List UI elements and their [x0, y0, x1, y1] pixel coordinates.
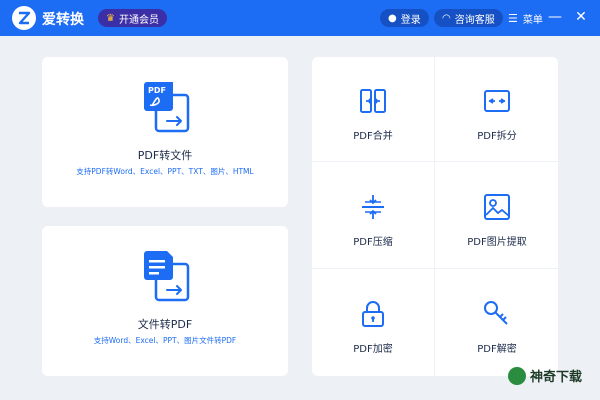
compress-icon [362, 195, 384, 219]
tool-pdf-compress[interactable]: PDF压缩 [312, 163, 434, 267]
file-to-pdf-title: 文件转PDF [137, 318, 193, 331]
pdf-to-file-icon: PDF [144, 82, 190, 133]
tool-label: PDF解密 [477, 344, 517, 355]
menu-icon: ☰ [508, 11, 518, 25]
title-bar: 爱转换 ♛ 开通会员 ● 登录 ◠ 咨询客服 ☰ 菜单 — ✕ [0, 0, 600, 36]
tool-label: PDF加密 [353, 344, 393, 355]
file-to-pdf-icon [144, 251, 190, 302]
app-title: 爱转换 [42, 12, 84, 28]
file-to-pdf-subtitle: 支持Word、Excel、PPT、图片文件转PDF [93, 336, 237, 345]
crown-icon: ♛ [106, 12, 115, 24]
grid-divider [434, 57, 435, 376]
svg-text:PDF: PDF [148, 86, 166, 95]
watermark: 神奇下载 [508, 366, 582, 385]
key-icon [484, 301, 508, 325]
tool-label: PDF图片提取 [467, 237, 527, 248]
vip-button[interactable]: ♛ 开通会员 [98, 9, 167, 27]
lock-icon [362, 301, 384, 327]
file-to-pdf-card[interactable]: 文件转PDF 支持Word、Excel、PPT、图片文件转PDF [42, 226, 288, 376]
tool-pdf-merge[interactable]: PDF合并 [312, 57, 434, 161]
grid-divider [312, 161, 558, 162]
service-label: 咨询客服 [454, 14, 495, 26]
image-extract-icon [484, 194, 510, 220]
tool-label: PDF合并 [353, 131, 393, 142]
watermark-logo-icon [508, 366, 526, 385]
vip-label: 开通会员 [118, 14, 159, 26]
minimize-button[interactable]: — [546, 7, 564, 27]
login-label: 登录 [400, 14, 421, 26]
tool-label: PDF拆分 [477, 131, 517, 142]
menu-button[interactable]: ☰ 菜单 [508, 9, 543, 27]
user-icon: ● [388, 12, 397, 24]
service-button[interactable]: ◠ 咨询客服 [434, 9, 503, 27]
menu-label: 菜单 [522, 14, 543, 26]
close-button[interactable]: ✕ [572, 7, 590, 27]
headset-icon: ◠ [442, 12, 451, 24]
pdf-to-file-card[interactable]: PDF PDF转文件 支持PDF转Word、Excel、PPT、TXT、图片、H… [42, 57, 288, 207]
app-logo-icon [12, 6, 36, 30]
split-icon [484, 90, 510, 112]
watermark-text: 神奇下载 [530, 370, 583, 385]
pdf-to-file-subtitle: 支持PDF转Word、Excel、PPT、TXT、图片、HTML [76, 167, 254, 176]
tool-label: PDF压缩 [353, 237, 393, 248]
pdf-to-file-title: PDF转文件 [137, 149, 193, 162]
login-button[interactable]: ● 登录 [380, 9, 429, 27]
tool-pdf-encrypt[interactable]: PDF加密 [312, 270, 434, 374]
tool-pdf-split[interactable]: PDF拆分 [436, 57, 558, 161]
grid-divider [312, 268, 558, 269]
merge-icon [360, 89, 386, 113]
tool-pdf-decrypt[interactable]: PDF解密 [436, 270, 558, 374]
tool-pdf-image-extract[interactable]: PDF图片提取 [436, 163, 558, 267]
